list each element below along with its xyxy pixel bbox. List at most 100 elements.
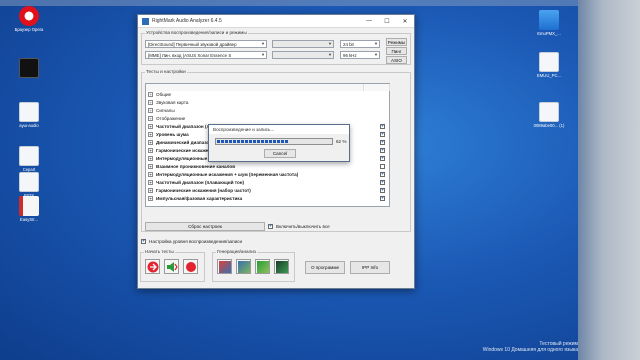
test-checkbox[interactable]: ✔ <box>380 172 385 177</box>
maximize-icon[interactable]: ☐ <box>378 15 396 28</box>
close-icon[interactable]: ✕ <box>396 15 414 28</box>
test-checkbox[interactable]: ✔ <box>380 132 385 137</box>
tree-item[interactable]: + Гармонические искажения <box>148 147 217 154</box>
expand-icon[interactable]: + <box>148 100 153 105</box>
tree-item[interactable]: + Гармонические искажения (набор частот) <box>148 187 251 194</box>
progress-segment <box>253 140 256 143</box>
test-checkbox[interactable]: ✔ <box>380 124 385 129</box>
expand-icon[interactable]: + <box>148 108 153 113</box>
tree-item[interactable]: + Динамический диапазон <box>148 139 212 146</box>
test-checkbox[interactable]: ✔ <box>380 180 385 185</box>
desktop-icon-cepart[interactable]: Cepart <box>6 146 52 173</box>
desktop-icon-label: EMUU_PC... <box>537 73 561 78</box>
tree-item[interactable]: + Импульсная/фазовая характеристика <box>148 195 242 202</box>
start-playback-button[interactable] <box>145 259 160 274</box>
test-checkbox[interactable]: ✔ <box>380 140 385 145</box>
modes-button[interactable]: Режимы <box>386 38 407 46</box>
test-checkbox[interactable] <box>380 164 385 169</box>
devices-group: Устройства воспроизведения/записи и режи… <box>141 30 411 65</box>
record-channel-select[interactable]: ▼ <box>272 51 334 59</box>
desktop-icon-0089[interactable]: 0089abe00... (1) <box>526 102 572 129</box>
desktop-icon-opera[interactable]: Браузер Opera <box>6 6 52 33</box>
sample-rate-value: 96 kHz <box>343 53 357 58</box>
expand-icon[interactable]: + <box>148 156 153 161</box>
tree-item[interactable]: + Интермодуляционные искажения + шум (пер… <box>148 171 298 178</box>
opera-icon <box>19 6 39 26</box>
ipp-info-button[interactable]: IPP Info <box>350 261 390 274</box>
progress-segment <box>265 140 268 143</box>
expand-icon[interactable]: + <box>148 116 153 121</box>
tree-item-label: Уровень шума <box>156 132 189 137</box>
monitor-right-edge <box>578 0 640 360</box>
enable-all-checkbox[interactable]: ✔ <box>268 224 273 229</box>
document-icon <box>19 146 39 166</box>
tree-item[interactable]: + Сигналы <box>148 107 175 114</box>
document-icon <box>539 102 559 122</box>
expand-icon[interactable]: + <box>148 164 153 169</box>
about-button[interactable]: О программе <box>305 261 345 274</box>
chevron-down-icon: ▼ <box>374 41 378 46</box>
tree-item-label: Сигналы <box>156 108 175 113</box>
expand-icon[interactable]: + <box>148 172 153 177</box>
expand-icon[interactable]: + <box>148 124 153 129</box>
playback-channel-select[interactable]: ▼ <box>272 40 334 48</box>
graph-icon <box>275 260 288 273</box>
compare-button[interactable] <box>255 259 270 274</box>
analyze-button[interactable] <box>236 259 251 274</box>
expand-icon[interactable]: + <box>148 148 153 153</box>
cancel-button[interactable]: Cancel <box>264 149 296 158</box>
bit-depth-select[interactable]: 24 bit ▼ <box>340 40 380 48</box>
level-setup-checkbox[interactable]: ✔ <box>141 239 146 244</box>
playback-device-select[interactable]: [DirectSound] Первичный звуковой драйвер… <box>145 40 267 48</box>
progress-segment <box>241 140 244 143</box>
tree-item-label: Динамический диапазон <box>156 140 213 145</box>
speaker-button[interactable] <box>164 259 179 274</box>
chevron-down-icon: ▼ <box>261 41 265 46</box>
reset-settings-button[interactable]: Сброс настроек <box>145 222 265 231</box>
tree-item[interactable]: + Общие <box>148 91 171 98</box>
minimize-icon[interactable]: — <box>360 15 378 28</box>
compare-icon <box>256 260 269 273</box>
tree-item[interactable]: + Отображение <box>148 115 185 122</box>
progress-segment <box>277 140 280 143</box>
tree-item[interactable]: + Звуковая карта <box>148 99 188 106</box>
expand-icon[interactable]: + <box>148 140 153 145</box>
monitor-top-edge <box>0 0 640 6</box>
expand-icon[interactable]: + <box>148 132 153 137</box>
desktop-icon-bios[interactable]: BIOS <box>6 172 52 199</box>
tree-item[interactable]: + Взаимное проникновение каналов <box>148 163 235 170</box>
asio-button[interactable]: ASIO <box>386 56 407 64</box>
loop-button[interactable]: Пинг <box>386 47 407 55</box>
desktop-icon-audio[interactable]: ауш-audio <box>6 102 52 129</box>
tree-item-label: Отображение <box>156 116 186 121</box>
desktop-icon-emupmx[interactable]: EmuPMX_... <box>526 10 572 37</box>
graph-button[interactable] <box>274 259 289 274</box>
window-titlebar[interactable]: RightMark Audio Analyzer 6.4.5 — ☐ ✕ <box>138 15 414 28</box>
document-icon <box>19 172 39 192</box>
expand-icon[interactable]: + <box>148 92 153 97</box>
desktop-icon-emuu[interactable]: EMUU_PC... <box>526 52 572 79</box>
test-checkbox[interactable]: ✔ <box>380 188 385 193</box>
test-checkbox[interactable]: ✔ <box>380 156 385 161</box>
analyze-icon <box>237 260 250 273</box>
record-device-select[interactable]: [MME] Лин. вход (ASUS Xonar Essence S ▼ <box>145 51 267 59</box>
chevron-down-icon: ▼ <box>328 52 332 57</box>
desktop-icon-black-window[interactable] <box>6 58 52 80</box>
record-button[interactable] <box>183 259 198 274</box>
tree-item-label: Общие <box>156 92 172 97</box>
expand-icon[interactable]: + <box>148 180 153 185</box>
tree-item[interactable]: + Уровень шума <box>148 131 189 138</box>
windows-watermark: Тестовый режим Windows 10 Домашняя для о… <box>458 341 578 354</box>
tree-item-label: Интермодуляционные искажения + шум (пере… <box>156 172 299 177</box>
expand-icon[interactable]: + <box>148 188 153 193</box>
generate-button[interactable] <box>217 259 232 274</box>
progress-segment <box>229 140 232 143</box>
progress-segment <box>225 140 228 143</box>
desktop-icon-easystr[interactable]: EasyStr... <box>6 196 52 223</box>
desktop-icon-label: Браузер Opera <box>14 27 44 32</box>
sample-rate-select[interactable]: 96 kHz ▼ <box>340 51 380 59</box>
tree-item[interactable]: + Частотный диапазон (плавающий тон) <box>148 179 244 186</box>
test-checkbox[interactable]: ✔ <box>380 148 385 153</box>
expand-icon[interactable]: + <box>148 196 153 201</box>
test-checkbox[interactable]: ✔ <box>380 196 385 201</box>
